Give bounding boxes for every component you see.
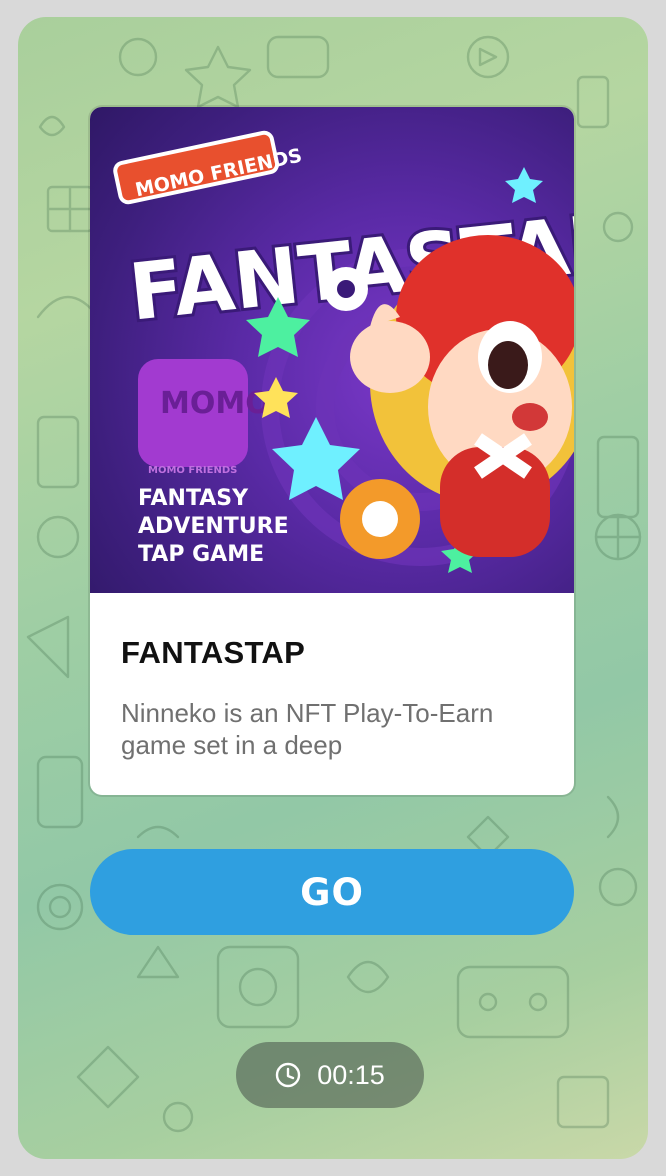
banner-tagline-3: TAP GAME	[138, 542, 264, 567]
banner-tagline-2: ADVENTURE	[138, 514, 289, 539]
countdown-timer: 00:15	[236, 1042, 424, 1108]
device-frame: MOMO FRIENDS FANTASTAP MOMO MOMO FRIENDS…	[0, 0, 666, 1176]
banner-tagline-1: FANTASY	[138, 486, 249, 511]
go-button[interactable]: GO	[90, 849, 574, 935]
game-title: FANTASTAP	[121, 635, 306, 670]
banner-brand-mark: MOMO	[160, 386, 271, 421]
clock-icon	[276, 1062, 301, 1088]
game-card[interactable]: MOMO FRIENDS FANTASTAP MOMO MOMO FRIENDS…	[90, 107, 574, 795]
character-illustration	[324, 235, 574, 559]
banner-artwork: MOMO FRIENDS FANTASTAP MOMO MOMO FRIENDS…	[113, 130, 574, 573]
game-description: Ninneko is an NFT Play-To-Earn game set …	[121, 698, 494, 760]
mini-app-screen: MOMO FRIENDS FANTASTAP MOMO MOMO FRIENDS…	[18, 17, 648, 1159]
timer-value: 00:15	[317, 1059, 385, 1090]
game-banner-image: MOMO FRIENDS FANTASTAP MOMO MOMO FRIENDS…	[90, 107, 574, 593]
banner-brand-sub: MOMO FRIENDS	[148, 465, 237, 476]
